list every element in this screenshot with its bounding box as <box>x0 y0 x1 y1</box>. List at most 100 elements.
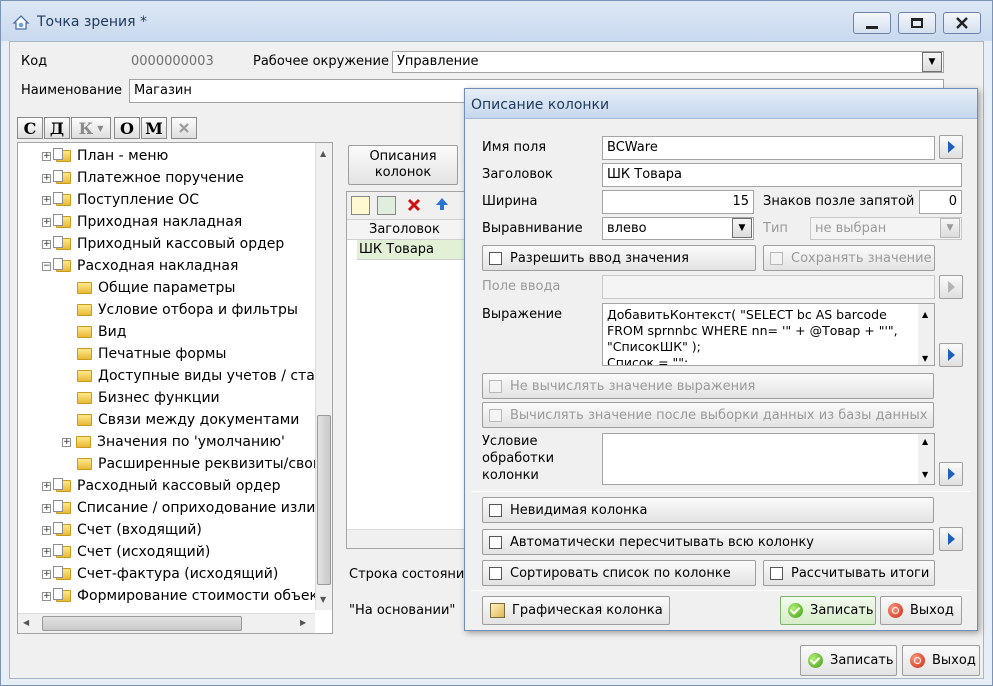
expand-icon[interactable]: + <box>42 569 51 579</box>
tree-item[interactable]: Вид <box>62 321 126 343</box>
tree-item[interactable]: Печатные формы <box>62 343 226 365</box>
column-descriptions-button[interactable]: Описания колонок <box>348 145 458 185</box>
invisible-column-checkbox[interactable]: Невидимая колонка <box>482 497 934 523</box>
width-value: 15 <box>732 194 749 209</box>
env-dropdown-button[interactable]: ▼ <box>922 52 942 72</box>
tree-item[interactable]: + Поступление ОС <box>42 189 199 211</box>
tree-item[interactable]: + Счет-фактура (исходящий) <box>42 563 278 585</box>
condition-textarea[interactable]: ▲ ▼ <box>602 433 935 485</box>
expand-icon[interactable]: + <box>42 217 51 227</box>
no-calc-checkbox[interactable]: Не вычислять значение выражения <box>482 373 934 399</box>
tree-item[interactable]: Связи между документами <box>62 409 299 431</box>
toolbar-button-o[interactable]: О <box>114 117 140 139</box>
tree-item[interactable]: Доступные виды учетов / статуты <box>62 365 333 387</box>
close-button[interactable] <box>943 12 981 34</box>
field-name-input[interactable]: BCWare <box>602 136 935 160</box>
scroll-up-icon[interactable]: ▲ <box>922 437 928 446</box>
toolbar-button-m[interactable]: М <box>141 117 167 139</box>
align-dropdown-button[interactable]: ▼ <box>732 218 752 238</box>
scroll-down-icon[interactable]: ▼ <box>922 351 928 365</box>
toolbar-button-d[interactable]: Д <box>44 117 70 139</box>
expression-textarea[interactable]: ДобавитьКонтекст( "SELECT bc AS barcode … <box>602 303 935 366</box>
expand-icon[interactable]: + <box>42 195 51 205</box>
tree-item-label: Поступление ОС <box>77 192 200 208</box>
tree-view[interactable]: + План - меню + Платежное поручение + Поступл… <box>17 142 333 634</box>
tree-item[interactable]: + Платежное поручение <box>42 167 244 189</box>
tree-item[interactable]: Расширенные реквизиты/свойства <box>62 453 332 475</box>
tree-item[interactable]: + Расходный кассовый ордер <box>42 475 281 497</box>
graphic-column-button[interactable]: Графическая колонка <box>482 596 670 625</box>
expand-icon[interactable]: + <box>62 437 71 447</box>
scroll-right-icon[interactable]: ▶ <box>300 618 306 627</box>
calc-after-checkbox[interactable]: Вычислять значение после выборки данных … <box>482 402 934 428</box>
field-name-select-button[interactable] <box>939 135 963 159</box>
width-input[interactable]: 15 <box>602 190 754 214</box>
auto-recalc-edit-button[interactable] <box>939 527 963 551</box>
allow-input-checkbox[interactable]: Разрешить ввод значения <box>482 245 756 271</box>
type-dropdown-button[interactable]: ▼ <box>940 218 960 238</box>
toolbar-delete-button[interactable] <box>171 117 197 139</box>
grid-horizontal-scrollbar[interactable] <box>347 529 465 548</box>
columns-grid[interactable]: Заголовок ШК Товара <box>346 191 466 549</box>
condition-edit-button[interactable] <box>939 462 963 486</box>
minimize-button[interactable] <box>853 12 891 34</box>
exit-button[interactable]: Выход <box>902 645 980 676</box>
expression-scrollbar[interactable]: ▲ ▼ <box>918 304 934 365</box>
grid-header-cell[interactable]: Заголовок <box>347 220 465 240</box>
env-combo[interactable]: Управление <box>392 51 944 73</box>
tree-item[interactable]: + План - меню <box>42 145 168 167</box>
expand-icon[interactable]: + <box>42 547 51 557</box>
tree-vertical-scrollbar[interactable]: ▲ ▼ <box>315 143 332 610</box>
totals-checkbox[interactable]: Рассчитывать итоги <box>763 560 935 586</box>
toolbar-button-s[interactable]: С <box>17 117 43 139</box>
tree-horizontal-scrollbar[interactable]: ◀ ▶ <box>18 613 315 633</box>
tree-item-label: Связи между документами <box>98 412 300 428</box>
expand-icon[interactable]: + <box>42 173 51 183</box>
tree-item[interactable]: Бизнес функции <box>62 387 220 409</box>
copy-icon[interactable] <box>377 196 396 215</box>
tree-item[interactable]: + Формирование стоимости объектов <box>42 585 332 607</box>
dialog-save-button[interactable]: Записать <box>780 596 876 625</box>
arrow-up-icon[interactable] <box>435 197 449 211</box>
expression-edit-button[interactable] <box>939 343 963 367</box>
delete-icon[interactable] <box>407 198 421 212</box>
save-value-checkbox[interactable]: Сохранять значение <box>763 245 935 271</box>
tree-item[interactable]: + Счет (входящий) <box>42 519 202 541</box>
input-field-input[interactable] <box>602 275 935 299</box>
collapse-icon[interactable]: − <box>42 261 51 271</box>
scroll-down-icon[interactable]: ▼ <box>922 470 928 479</box>
tree-item[interactable]: + Списание / оприходование излишков <box>42 497 332 519</box>
save-button[interactable]: Записать <box>800 645 897 676</box>
scroll-down-icon[interactable]: ▼ <box>320 595 326 604</box>
tree-scroll-thumb[interactable] <box>317 415 331 585</box>
scroll-left-icon[interactable]: ◀ <box>23 618 29 627</box>
expand-icon[interactable]: + <box>42 503 51 513</box>
expand-icon[interactable]: + <box>42 525 51 535</box>
toolbar-button-k[interactable]: К ▼ <box>71 117 111 139</box>
input-field-select-button[interactable] <box>939 275 963 299</box>
decimals-input[interactable]: 0 <box>919 190 962 214</box>
tree-item[interactable]: − Расходная накладная <box>42 255 238 277</box>
tree-item[interactable]: + Счет (исходящий) <box>42 541 210 563</box>
condition-scrollbar[interactable]: ▲ ▼ <box>918 434 934 484</box>
auto-recalc-checkbox[interactable]: Автоматически пересчитывать всю колонку <box>482 529 934 555</box>
sort-by-column-checkbox[interactable]: Сортировать список по колонке <box>482 560 756 586</box>
expand-icon[interactable]: + <box>42 481 51 491</box>
tree-item[interactable]: + Приходный кассовый ордер <box>42 233 284 255</box>
expand-icon[interactable]: + <box>42 151 51 161</box>
scroll-up-icon[interactable]: ▲ <box>922 307 928 323</box>
grid-row[interactable]: ШК Товара <box>357 240 465 260</box>
tree-item[interactable]: Общие параметры <box>62 277 235 299</box>
tree-item-label: Доступные виды учетов / статуты <box>98 368 333 384</box>
tree-item[interactable]: + Значения по 'умолчанию' <box>62 431 285 453</box>
expand-icon[interactable]: + <box>42 591 51 601</box>
expand-icon[interactable]: + <box>42 239 51 249</box>
add-icon[interactable] <box>351 196 370 215</box>
tree-item[interactable]: Условие отбора и фильтры <box>62 299 298 321</box>
header-input[interactable]: ШК Товара <box>602 163 962 187</box>
tree-hscroll-thumb[interactable] <box>42 616 242 631</box>
maximize-button[interactable] <box>898 12 936 34</box>
tree-item[interactable]: + Приходная накладная <box>42 211 242 233</box>
scroll-up-icon[interactable]: ▲ <box>320 149 326 158</box>
dialog-exit-button[interactable]: Выход <box>880 596 962 625</box>
